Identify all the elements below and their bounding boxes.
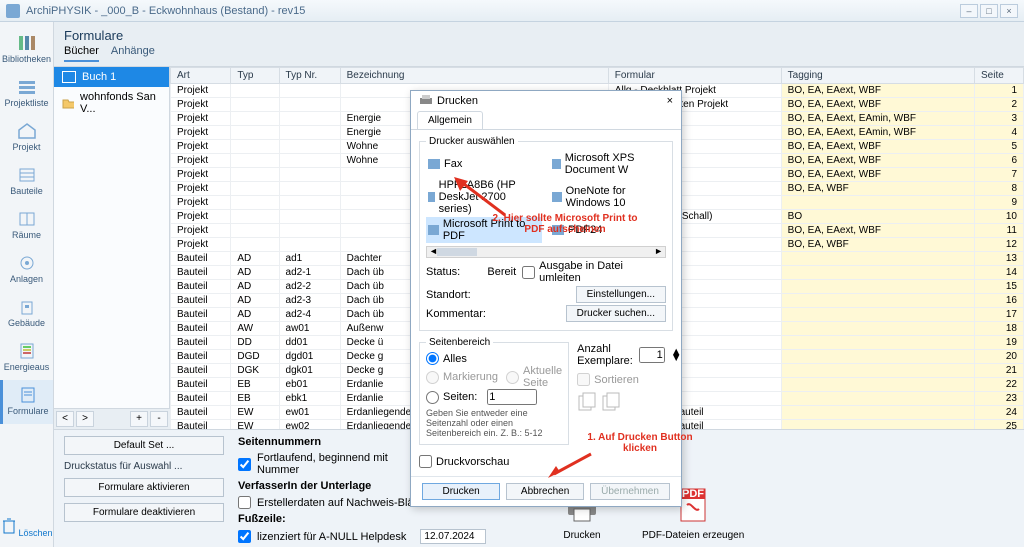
formulare-aktivieren-button[interactable]: Formulare aktivieren <box>64 478 224 497</box>
tree-folder[interactable]: wohnfonds San V... <box>54 87 169 119</box>
nav-projektliste[interactable]: Projektliste <box>0 72 53 116</box>
tree-remove[interactable]: - <box>150 411 168 427</box>
radio-seiten[interactable]: Seiten: <box>426 389 562 405</box>
svg-text:PDF: PDF <box>682 488 704 500</box>
left-nav: Bibliotheken Projektliste Projekt Bautei… <box>0 22 54 547</box>
col-Tagging[interactable]: Tagging <box>781 68 974 84</box>
printer-pdf24[interactable]: PDF24 <box>550 217 666 243</box>
lizenz-check[interactable] <box>238 530 251 543</box>
pdf-caption: PDF-Dateien erzeugen <box>642 530 744 541</box>
window-title: ArchiPHYSIK - _000_B - Eckwohnhaus (Best… <box>26 5 305 17</box>
default-set-button[interactable]: Default Set ... <box>64 436 224 455</box>
umleiten-check[interactable]: Ausgabe in Datei umleiten <box>522 260 666 284</box>
anzahl-label: Anzahl Exemplare: <box>577 343 633 367</box>
col-Bezeichnung[interactable]: Bezeichnung <box>340 68 608 84</box>
dialog-abbrechen-button[interactable]: Abbrechen <box>506 483 584 500</box>
window-maximize[interactable]: □ <box>980 4 998 18</box>
page-heading: Formulare <box>54 22 1024 45</box>
window-titlebar: ArchiPHYSIK - _000_B - Eckwohnhaus (Best… <box>0 0 1024 22</box>
dialog-title: Drucken <box>437 95 478 107</box>
lizenz-label: lizenziert für A-NULL Helpdesk <box>257 531 406 543</box>
window-minimize[interactable]: – <box>960 4 978 18</box>
drucken-caption: Drucken <box>562 530 602 541</box>
drucker-suchen-button[interactable]: Drucker suchen... <box>566 305 666 322</box>
fortlaufend-label: Fortlaufend, beginnend mit Nummer <box>257 452 414 476</box>
ersteller-check[interactable] <box>238 496 251 509</box>
tree-prev[interactable]: < <box>56 411 74 427</box>
book-icon <box>62 71 76 83</box>
einstellungen-button[interactable]: Einstellungen... <box>576 286 666 303</box>
printer-scrollbar[interactable]: ◄► <box>426 246 666 258</box>
book-tree: Buch 1 wohnfonds San V... <box>54 67 170 408</box>
print-dialog-icon <box>419 95 433 107</box>
sortieren-check[interactable]: Sortieren <box>577 373 682 386</box>
nav-anlagen[interactable]: Anlagen <box>0 248 53 292</box>
printer-onenote[interactable]: OneNote for Windows 10 <box>550 178 666 216</box>
dialog-drucken-button[interactable]: Drucken <box>422 483 500 500</box>
radio-markierung[interactable]: Markierung <box>426 365 498 389</box>
tab-anhaenge[interactable]: Anhänge <box>111 45 155 62</box>
status-value: Bereit <box>487 266 516 278</box>
app-icon <box>6 4 20 18</box>
anzahl-down[interactable]: ▼ <box>671 355 682 361</box>
nav-formulare[interactable]: Formulare <box>0 380 53 424</box>
col-Typ[interactable]: Typ <box>231 68 279 84</box>
col-Formular[interactable]: Formular <box>608 68 781 84</box>
subtabs: Bücher Anhänge <box>54 45 1024 67</box>
collate-icon <box>577 390 627 414</box>
col-Art[interactable]: Art <box>171 68 231 84</box>
radio-aktuelle[interactable]: Aktuelle Seite <box>506 365 562 389</box>
dialog-uebernehmen-button: Übernehmen <box>590 483 670 500</box>
datum-input[interactable] <box>420 529 486 544</box>
seitenbereich-label: Seitenbereich <box>426 337 493 348</box>
seiten-input[interactable] <box>487 389 537 405</box>
nav-bibliotheken[interactable]: Bibliotheken <box>0 28 53 72</box>
seitenbereich-group: Seitenbereich Alles Markierung Aktuelle … <box>419 337 569 445</box>
radio-alles[interactable]: Alles <box>426 352 562 365</box>
printer-mspdf[interactable]: Microsoft Print to PDF <box>426 217 542 243</box>
kommentar-label: Kommentar: <box>426 308 482 320</box>
tree-next[interactable]: > <box>76 411 94 427</box>
standort-label: Standort: <box>426 289 482 301</box>
printer-hp[interactable]: HPF2A8B6 (HP DeskJet 2700 series) <box>426 178 542 216</box>
nav-gebaeude[interactable]: Gebäude <box>0 292 53 336</box>
dialog-close[interactable]: × <box>667 95 673 107</box>
nav-energieausweis[interactable]: Energieaus <box>0 336 53 380</box>
nav-bauteile[interactable]: Bauteile <box>0 160 53 204</box>
nav-loeschen[interactable]: Löschen <box>0 508 52 547</box>
druckstatus-label: Druckstatus für Auswahl ... <box>64 461 224 472</box>
seiten-hint: Geben Sie entweder eine Seitenzahl oder … <box>426 408 562 438</box>
window-close[interactable]: × <box>1000 4 1018 18</box>
tree-add[interactable]: + <box>130 411 148 427</box>
tree-toolbar: < > + - <box>54 408 170 429</box>
nav-projekt[interactable]: Projekt <box>0 116 53 160</box>
printer-xps[interactable]: Microsoft XPS Document W <box>550 151 666 177</box>
folder-icon <box>62 97 74 109</box>
col-Seite[interactable]: Seite <box>975 68 1024 84</box>
formulare-deaktivieren-button[interactable]: Formulare deaktivieren <box>64 503 224 522</box>
anzahl-input[interactable] <box>639 347 665 363</box>
seitennummern-label: Seitennummern <box>238 436 321 448</box>
dialog-tab-allgemein[interactable]: Allgemein <box>417 111 483 129</box>
status-label: Status: <box>426 266 481 278</box>
printer-fax[interactable]: Fax <box>426 151 542 177</box>
tab-buecher[interactable]: Bücher <box>64 45 99 62</box>
vorschau-check[interactable]: Druckvorschau <box>419 455 673 468</box>
print-dialog: Drucken × Allgemein Drucker auswählen Fa… <box>410 90 682 507</box>
fortlaufend-check[interactable] <box>238 458 251 471</box>
printer-select-label: Drucker auswählen <box>426 136 518 147</box>
printer-select-group: Drucker auswählen Fax Microsoft XPS Docu… <box>419 136 673 331</box>
col-Typ Nr.[interactable]: Typ Nr. <box>279 68 340 84</box>
tree-book[interactable]: Buch 1 <box>54 67 169 87</box>
fusszeile-label: Fußzeile: <box>238 513 286 525</box>
verfasser-label: VerfasserIn der Unterlage <box>238 480 371 492</box>
nav-raeume[interactable]: Räume <box>0 204 53 248</box>
